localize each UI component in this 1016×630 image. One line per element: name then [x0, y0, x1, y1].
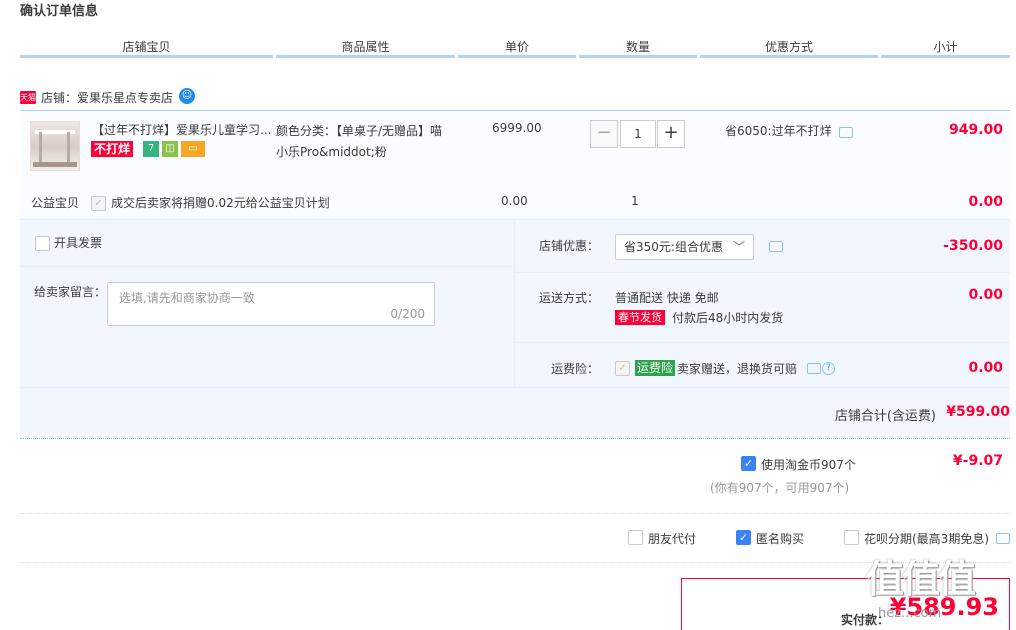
discount-text: 省6050:过年不打烊: [725, 124, 832, 138]
attribute-line: 颜色分类：【单桌子/无赠品】喵: [276, 124, 443, 138]
column-header-unit-price: 单价: [458, 38, 576, 58]
invoice-checkbox[interactable]: [35, 236, 50, 251]
column-header-attributes: 商品属性: [276, 38, 455, 58]
charity-label: 公益宝贝: [31, 196, 80, 210]
charity-price: 0.00: [501, 194, 528, 208]
product-attributes: 颜色分类：【单桌子/无赠品】喵 小乐Pro&middot;粉: [276, 121, 466, 163]
shop-discount-selected: 省350元:组合优惠: [624, 240, 723, 254]
card-icon: ▭: [181, 141, 205, 157]
promo-tag: 不打烊: [91, 141, 134, 157]
charity-subtotal: 0.00: [968, 194, 1003, 210]
discount-info-icon[interactable]: [839, 127, 853, 138]
anonymous-label[interactable]: 匿名购买: [756, 530, 804, 547]
column-header-shop-items: 店铺宝贝: [20, 38, 273, 58]
watermark-logo: 值值值: [866, 557, 976, 601]
column-header-quantity: 数量: [579, 38, 697, 58]
quantity-increase-button[interactable]: +: [657, 120, 685, 148]
friend-pay-checkbox[interactable]: [628, 530, 643, 545]
divider: [515, 272, 1010, 273]
column-header-subtotal: 小计: [881, 38, 1010, 58]
column-header-row: 店铺宝贝 商品属性 单价 数量 优惠方式 小计: [20, 38, 1010, 60]
insurance-text: 卖家赠送，退换货可赔: [677, 362, 798, 376]
attribute-line: 小乐Pro&middot;粉: [276, 145, 387, 159]
tmall-badge: 天猫: [20, 91, 36, 104]
coins-checkbox[interactable]: ✓: [741, 456, 756, 471]
insurance-tag: 运费险: [635, 360, 676, 376]
seven-day-return-icon: 7: [143, 141, 159, 157]
shipping-method: 普通配送 快递 免邮: [615, 291, 719, 305]
page-title: 确认订单信息: [20, 4, 99, 19]
divider: [20, 562, 1010, 563]
divider: [20, 387, 1010, 388]
quantity-decrease-button[interactable]: −: [590, 120, 618, 148]
divider: [20, 513, 1010, 514]
shop-total-value: ¥599.00: [946, 404, 1010, 420]
message-label: 给卖家留言：: [34, 285, 107, 299]
shop-discount-value: -350.00: [943, 238, 1003, 254]
charity-text: 成交后卖家将捐赠0.02元给公益宝贝计划: [111, 196, 330, 210]
spring-shipping-tag: 春节发货: [615, 310, 665, 325]
unit-price: 6999.00: [492, 121, 542, 135]
shop-discount-info-icon[interactable]: [769, 241, 783, 252]
quantity-input[interactable]: 1: [620, 120, 656, 148]
message-placeholder: 选填,请先和商家协商一致: [119, 291, 255, 305]
divider: [514, 219, 515, 387]
charity-checkbox: ✓: [91, 196, 106, 211]
divider: [20, 266, 514, 267]
shop-discount-label: 店铺优惠：: [539, 239, 600, 253]
shipping-label: 运送方式：: [539, 291, 600, 305]
charity-quantity: 1: [631, 194, 639, 208]
shop-discount-select[interactable]: 省350元:组合优惠 ﹀: [615, 234, 754, 260]
coins-label[interactable]: 使用淘金币907个: [761, 456, 856, 473]
insurance-chat-icon[interactable]: [807, 363, 821, 374]
chevron-down-icon: ﹀: [732, 240, 745, 254]
huabei-label[interactable]: 花呗分期(最高3期免息): [864, 530, 989, 547]
product-title-link[interactable]: 【过年不打烊】爱果乐儿童学习...: [92, 121, 272, 138]
invoice-label[interactable]: 开具发票: [54, 234, 102, 251]
column-header-discount: 优惠方式: [700, 38, 878, 58]
seller-message-input[interactable]: 选填,请先和商家协商一致 0/200: [107, 282, 435, 326]
product-thumbnail[interactable]: [30, 121, 80, 171]
divider: [20, 219, 1010, 220]
anonymous-checkbox[interactable]: ✓: [736, 530, 751, 545]
coins-note: (你有907个，可用907个): [710, 481, 850, 495]
insurance-label: 运费险：: [551, 362, 600, 376]
watermark-url: hez...com: [878, 606, 942, 621]
item-subtotal: 949.00: [948, 122, 1003, 138]
shop-total-label: 店铺合计(含运费): [834, 409, 936, 424]
insurance-checkbox: ✓: [615, 361, 630, 376]
insurance-value: 0.00: [968, 360, 1003, 376]
friend-pay-label[interactable]: 朋友代付: [648, 530, 696, 547]
divider: [515, 342, 1010, 343]
message-char-counter: 0/200: [390, 307, 425, 321]
wangwang-chat-icon[interactable]: ☺: [179, 88, 195, 104]
huabei-info-icon[interactable]: [996, 533, 1010, 544]
shipping-note: 付款后48小时内发货: [672, 311, 784, 325]
service-icon: ◫: [162, 141, 178, 157]
huabei-checkbox[interactable]: [844, 530, 859, 545]
help-icon[interactable]: ?: [822, 362, 835, 375]
shipping-value: 0.00: [968, 287, 1003, 303]
shop-name-link[interactable]: 店铺：爱果乐星点专卖店: [41, 89, 173, 106]
coins-value: ¥-9.07: [952, 453, 1003, 469]
